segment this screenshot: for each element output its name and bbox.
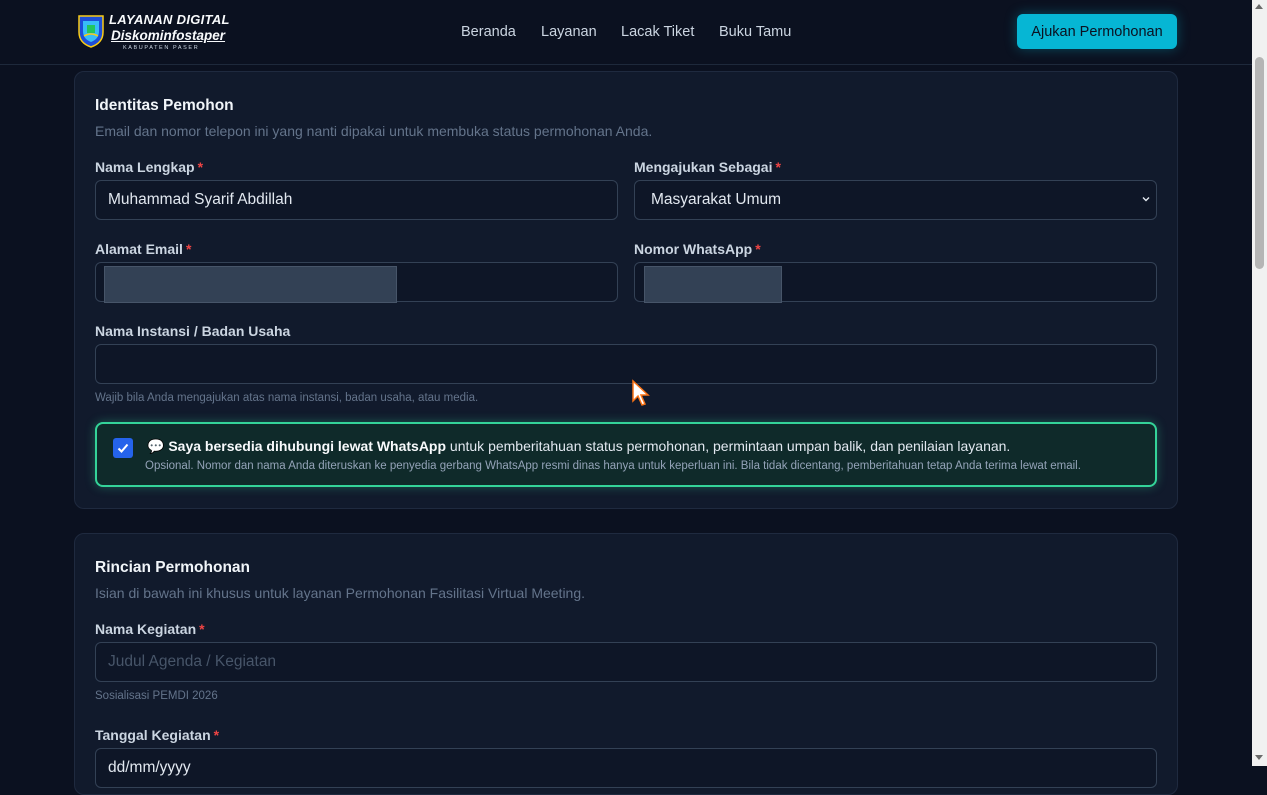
tanggal-kegiatan-input[interactable]: dd/mm/yyyy [95, 748, 1157, 788]
nama-instansi-hint: Wajib bila Anda mengajukan atas nama ins… [95, 392, 479, 404]
nama-kegiatan-input[interactable]: Judul Agenda / Kegiatan [95, 642, 1157, 682]
required-marker: * [213, 727, 220, 743]
logo-title: LAYANAN DIGITAL [109, 12, 230, 27]
redacted-phone [644, 266, 782, 303]
nama-instansi-label: Nama Instansi / Badan Usaha [95, 323, 291, 339]
rincian-permohonan-card: Rincian Permohonan Isian di bawah ini kh… [74, 533, 1178, 795]
consent-rest-text: untuk pemberitahuan status permohonan, p… [446, 438, 1011, 454]
mengajukan-sebagai-value: Masyarakat Umum [651, 191, 782, 208]
tanggal-kegiatan-label: Tanggal Kegiatan * [95, 727, 220, 743]
logo-caption: KABUPATEN PASER [123, 45, 200, 51]
identitas-description: Email dan nomor telepon ini yang nanti d… [95, 123, 653, 139]
mouse-cursor-icon [632, 379, 650, 406]
required-marker: * [755, 241, 761, 257]
required-marker: * [199, 621, 205, 637]
rincian-title: Rincian Permohonan [95, 559, 251, 576]
nav-buku-tamu[interactable]: Buku Tamu [719, 24, 791, 40]
regency-emblem-icon [78, 15, 104, 48]
ajukan-permohonan-button[interactable]: Ajukan Permohonan [1017, 14, 1177, 49]
redacted-email [104, 266, 397, 303]
alamat-email-label: Alamat Email * [95, 241, 192, 257]
whatsapp-consent-box: 💬 Saya bersedia dihubungi lewat WhatsApp… [95, 422, 1157, 487]
rincian-description: Isian di bawah ini khusus untuk layanan … [95, 585, 586, 601]
nama-lengkap-value: Muhammad Syarif Abdillah [108, 191, 293, 208]
checkmark-icon [117, 443, 129, 453]
alamat-email-input[interactable] [95, 262, 618, 303]
required-marker: * [185, 241, 192, 257]
mengajukan-sebagai-label: Mengajukan Sebagai * [634, 159, 781, 175]
nomor-whatsapp-input[interactable] [634, 262, 1157, 303]
scroll-up-arrow-icon[interactable] [1255, 4, 1263, 9]
nama-kegiatan-label: Nama Kegiatan * [95, 621, 205, 637]
nama-kegiatan-placeholder: Judul Agenda / Kegiatan [108, 653, 277, 670]
mengajukan-sebagai-select[interactable]: Masyarakat Umum [634, 180, 1157, 220]
chevron-down-icon [1142, 197, 1150, 202]
nama-instansi-input[interactable] [95, 344, 1157, 384]
logo-subtitle: Diskominfostaper [111, 28, 226, 43]
nav-layanan[interactable]: Layanan [541, 24, 597, 40]
whatsapp-consent-label[interactable]: 💬 Saya bersedia dihubungi lewat WhatsApp… [147, 438, 1010, 455]
required-marker: * [775, 159, 781, 175]
tanggal-kegiatan-placeholder: dd/mm/yyyy [108, 759, 191, 776]
scrollbar-thumb[interactable] [1255, 57, 1264, 269]
top-navbar: LAYANAN DIGITAL Diskominfostaper KABUPAT… [0, 0, 1252, 65]
whatsapp-consent-note: Opsional. Nomor dan nama Anda diteruskan… [145, 460, 1081, 472]
consent-bold-text: Saya bersedia dihubungi lewat WhatsApp [168, 438, 447, 454]
scroll-down-arrow-icon[interactable] [1255, 755, 1263, 760]
identitas-title: Identitas Pemohon [95, 97, 234, 114]
nama-lengkap-label: Nama Lengkap * [95, 159, 204, 175]
nama-kegiatan-hint: Sosialisasi PEMDI 2026 [95, 690, 218, 702]
identitas-pemohon-card: Identitas Pemohon Email dan nomor telepo… [74, 71, 1178, 509]
speech-bubble-icon: 💬 [147, 438, 165, 454]
required-marker: * [197, 159, 204, 175]
nav-beranda[interactable]: Beranda [461, 24, 516, 40]
site-logo[interactable]: LAYANAN DIGITAL Diskominfostaper KABUPAT… [76, 10, 236, 52]
nama-lengkap-input[interactable]: Muhammad Syarif Abdillah [95, 180, 618, 220]
nav-lacak-tiket[interactable]: Lacak Tiket [621, 24, 694, 40]
whatsapp-consent-checkbox[interactable] [113, 438, 133, 458]
nomor-whatsapp-label: Nomor WhatsApp * [634, 241, 761, 257]
